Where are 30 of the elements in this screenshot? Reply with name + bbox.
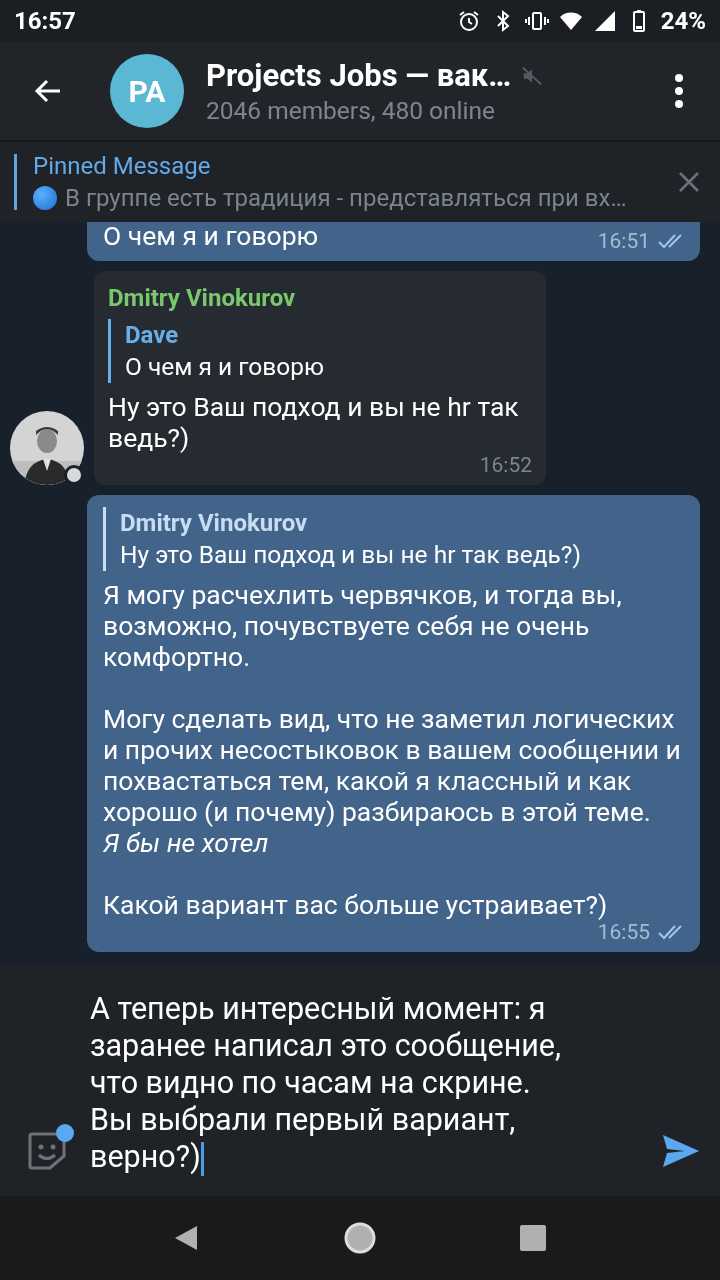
message-time: 16:51 <box>597 229 650 253</box>
reply-text: О чем я и говорю <box>125 351 325 383</box>
message-time: 16:52 <box>479 453 532 477</box>
home-icon[interactable] <box>342 1220 378 1256</box>
chat-title[interactable]: Projects Jobs — вак… <box>206 57 512 94</box>
message-text: Ну это Ваш подход и вы не hr так ведь?) <box>108 391 520 453</box>
member-count: 2046 members, 480 online <box>206 96 497 125</box>
message-text: Могу сделать вид, что не заметил логических и прочих несостыковок в вашем сообщении и похвастаться тем, какой я классный и как хорошо (и почему) разбираюсь в этой теме. Я бы не хотел <box>103 703 682 858</box>
pinned-text: В группе есть традиция - представляться при вх… <box>65 184 627 212</box>
sender-name: Dmitry Vinokurov <box>108 283 297 313</box>
quoted-reply[interactable]: Dmitry Vinokurov Ну это Ваш подход и вы не hr так ведь?) <box>103 507 684 571</box>
message-text: Какой вариант вас больше устраивает?) <box>103 889 608 920</box>
pinned-label: Pinned Message <box>33 152 212 180</box>
reply-author: Dmitry Vinokurov <box>120 508 309 539</box>
sticker-icon[interactable] <box>26 1130 68 1172</box>
text-cursor <box>200 1142 204 1176</box>
menu-icon[interactable] <box>674 73 684 109</box>
battery-percent: 24% <box>660 7 706 35</box>
message-text: Я могу расчехлить червячков, и тогда вы, возможно, почувствуете себя не очень комфортно. <box>103 579 623 672</box>
circle-icon <box>33 186 57 210</box>
close-icon[interactable] <box>678 171 700 193</box>
pinned-message-bar[interactable]: Pinned Message В группе есть традиция - представляться при вх… <box>0 140 720 222</box>
message-text: О чем я и говорю <box>103 222 319 251</box>
send-icon[interactable] <box>662 1134 700 1168</box>
reply-author: Dave <box>125 320 180 351</box>
quoted-reply[interactable]: Dave О чем я и говорю <box>108 319 532 383</box>
vibrate-icon <box>524 9 549 33</box>
clock-time: 16:57 <box>14 7 77 35</box>
reply-text: Ну это Ваш подход и вы не hr так ведь?) <box>120 539 582 571</box>
message-time: 16:55 <box>597 920 650 944</box>
